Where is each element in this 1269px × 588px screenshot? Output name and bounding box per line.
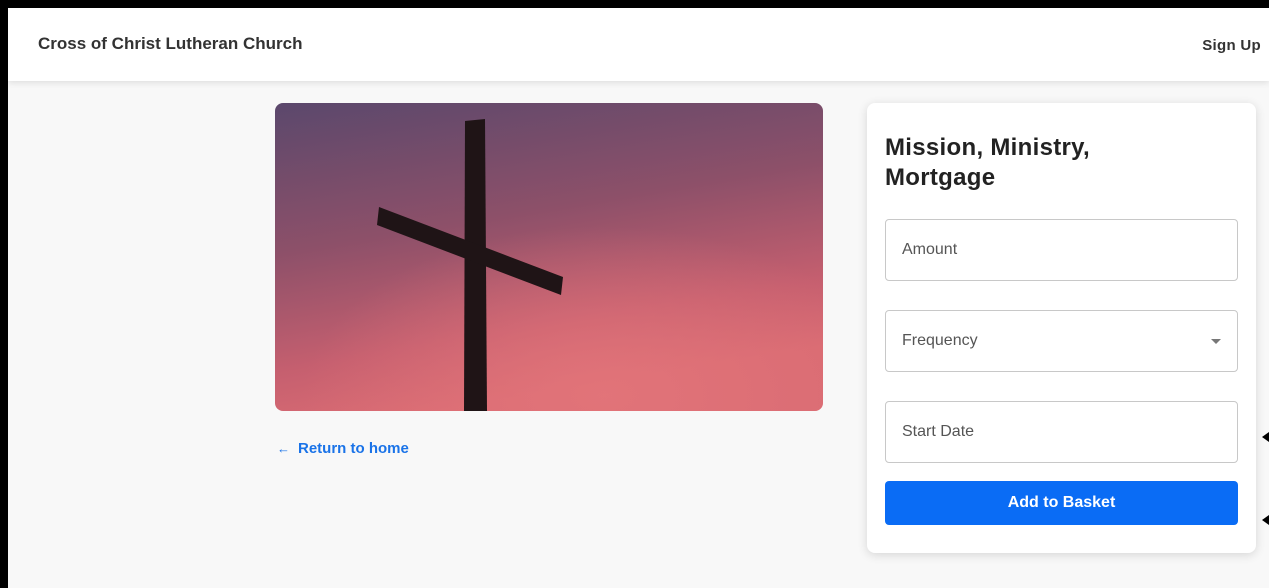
brand-link[interactable]: Cross of Christ Lutheran Church <box>38 34 302 54</box>
start-date-input[interactable] <box>902 402 1221 462</box>
return-to-home-link[interactable]: ← Return to home <box>277 440 409 457</box>
add-to-basket-button[interactable]: Add to Basket <box>885 481 1238 525</box>
arrow-left-icon: ← <box>277 441 290 456</box>
edge-marker-icon <box>1262 432 1269 442</box>
cross-sunset-image <box>275 103 823 411</box>
page: Cross of Christ Lutheran Church Sign Up <box>8 8 1269 588</box>
frequency-select[interactable]: Frequency <box>885 310 1238 372</box>
top-navbar: Cross of Christ Lutheran Church Sign Up <box>8 8 1269 81</box>
edge-marker-icon <box>1262 515 1269 525</box>
start-date-field <box>885 401 1238 463</box>
return-to-home-label: Return to home <box>298 440 409 457</box>
donation-form-card: Mission, Ministry, Mortgage Frequency Ad… <box>867 103 1256 553</box>
amount-input[interactable] <box>902 220 1221 280</box>
frequency-placeholder: Frequency <box>902 332 978 349</box>
fund-title: Mission, Ministry, Mortgage <box>885 134 1090 191</box>
amount-field <box>885 219 1238 281</box>
sign-up-link[interactable]: Sign Up <box>1202 37 1261 54</box>
caret-down-icon <box>1211 338 1221 344</box>
hero-image <box>275 103 823 411</box>
